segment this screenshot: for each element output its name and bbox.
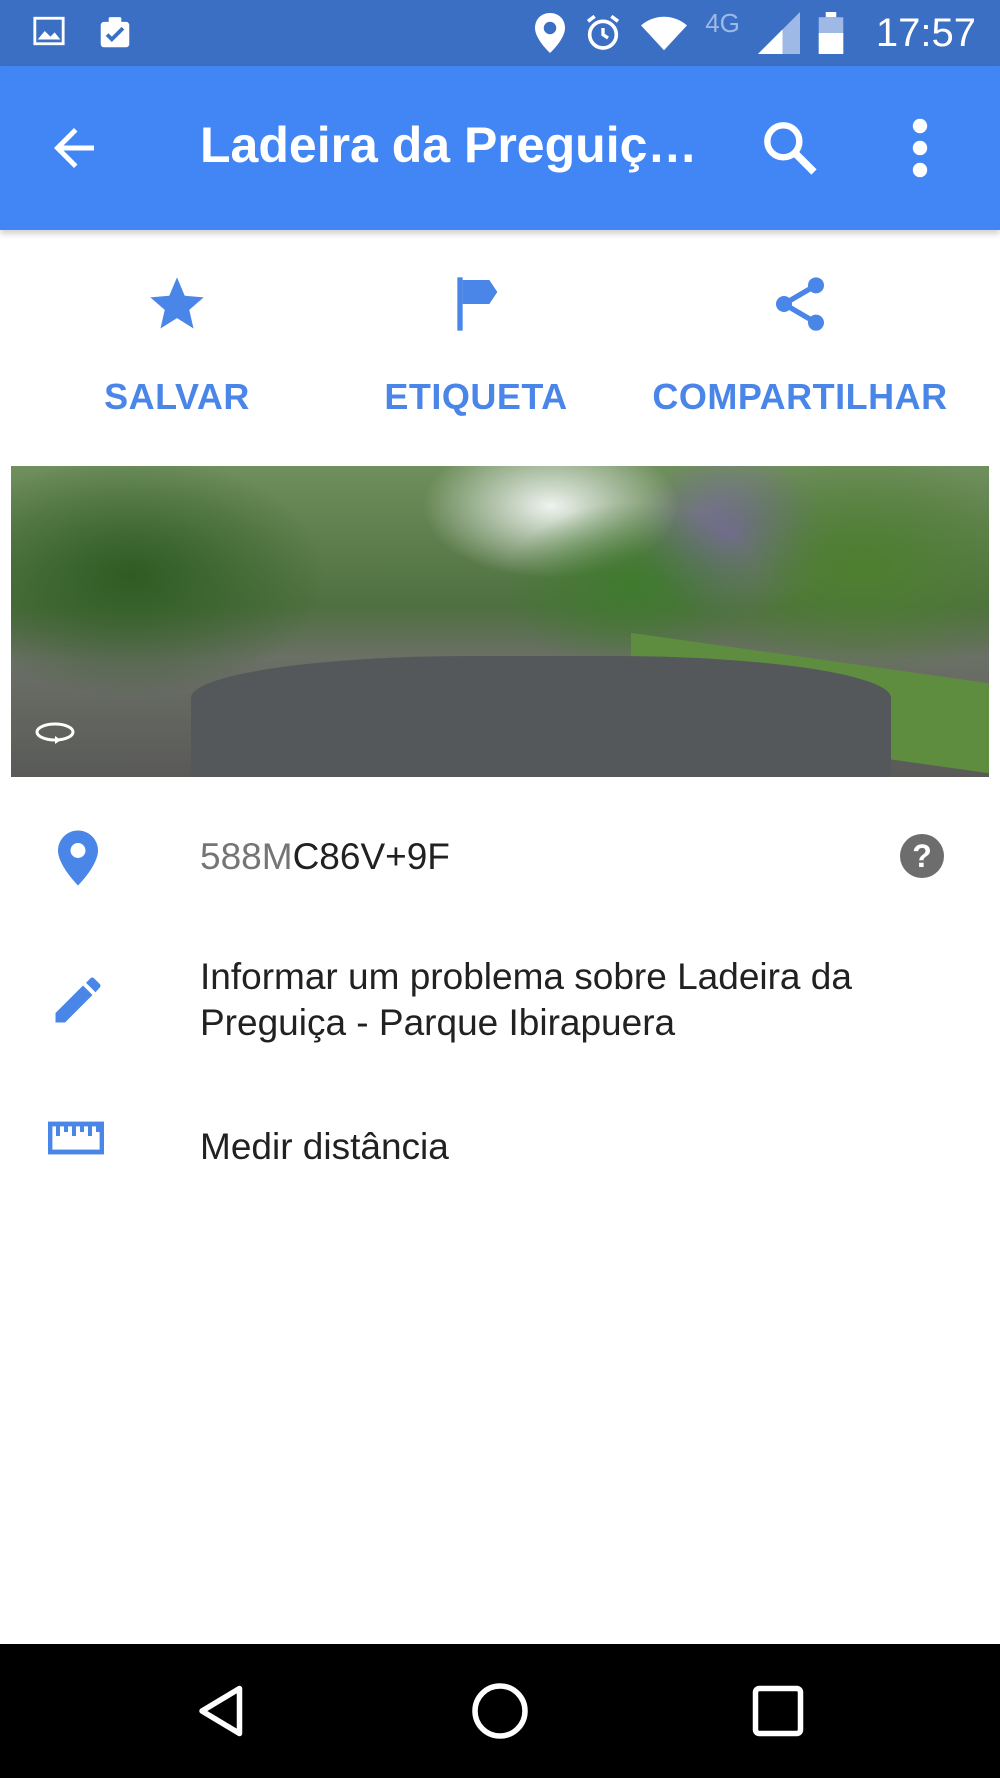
label-button[interactable]: ETIQUETA: [316, 250, 636, 418]
network-type-label: 4G: [705, 7, 740, 38]
clock: 17:57: [875, 10, 976, 55]
status-bar: 4G 17:57: [0, 0, 1000, 66]
flag-icon: [457, 277, 498, 331]
plus-code-prefix: 588M: [200, 836, 293, 877]
ruler-icon: [48, 1121, 104, 1155]
action-buttons: SALVAR ETIQUETA COMPARTILHAR: [0, 250, 1000, 430]
search-icon[interactable]: [758, 116, 822, 180]
report-problem-row[interactable]: Informar um problema sobre Ladeira da Pr…: [0, 950, 1000, 1060]
plus-code-text: 588MC86V+9F: [200, 834, 450, 880]
back-arrow-icon[interactable]: [44, 118, 104, 178]
help-icon[interactable]: ?: [900, 834, 944, 878]
wifi-icon: [641, 16, 688, 51]
more-vert-icon[interactable]: [900, 116, 940, 180]
star-icon: [150, 277, 204, 329]
clipboard-check-icon: [100, 17, 130, 48]
image-notification-icon: [33, 16, 65, 46]
share-icon: [776, 277, 824, 331]
alarm-icon: [587, 14, 620, 50]
nav-home-icon[interactable]: [470, 1681, 530, 1741]
system-nav-bar: [0, 1644, 1000, 1778]
save-label: SALVAR: [104, 376, 250, 417]
signal-icon: [757, 12, 800, 54]
measure-distance-row[interactable]: Medir distância: [0, 1110, 1000, 1180]
plus-code-row[interactable]: 588MC86V+9F ?: [0, 820, 1000, 920]
street-view-photo[interactable]: [11, 466, 989, 777]
plus-code-value: C86V+9F: [292, 836, 450, 877]
location-icon: [535, 13, 566, 53]
app-bar: Ladeira da Preguiç…: [0, 66, 1000, 230]
battery-icon: [818, 12, 844, 54]
nav-back-icon[interactable]: [192, 1681, 252, 1741]
share-label: COMPARTILHAR: [652, 376, 948, 417]
share-button[interactable]: COMPARTILHAR: [640, 250, 960, 418]
location-pin-icon: [58, 830, 98, 886]
page-title: Ladeira da Preguiç…: [200, 117, 698, 173]
pencil-icon: [55, 977, 101, 1023]
panorama-360-icon: [35, 722, 75, 744]
label-label: ETIQUETA: [384, 376, 568, 417]
nav-recent-apps-icon[interactable]: [748, 1681, 808, 1741]
save-button[interactable]: SALVAR: [17, 250, 337, 418]
measure-distance-text: Medir distância: [200, 1126, 449, 1167]
report-problem-text: Informar um problema sobre Ladeira da Pr…: [200, 956, 852, 1043]
photo-road: [191, 656, 891, 777]
